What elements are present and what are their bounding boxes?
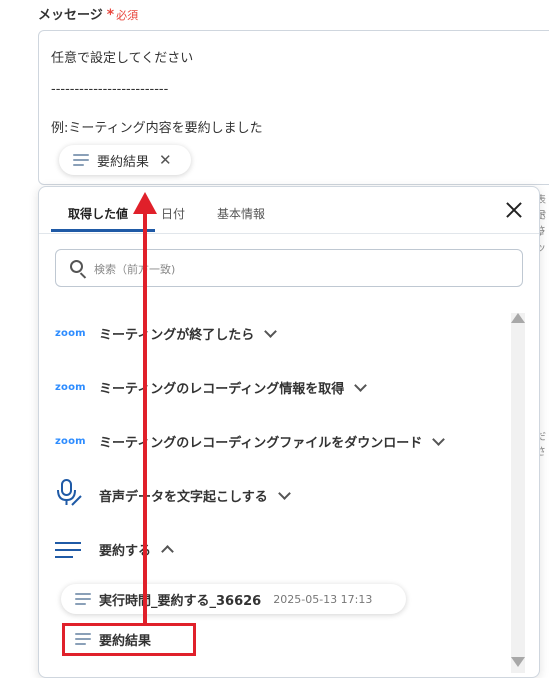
field-label-text: メッセージ [38,8,103,23]
mic-pen-icon [55,478,87,512]
list-item-zoom-recording-download[interactable]: zoom ミーティングのレコーディングファイルをダウンロード [55,426,446,456]
inserted-variable-chip[interactable]: 要約結果 ✕ [59,145,191,175]
message-textarea[interactable]: 任意で設定してください ------------------------- 例:… [38,30,549,185]
required-star: * [106,7,115,23]
textarea-line-2: ------------------------- [51,82,169,97]
variable-timestamp: 2025-05-13 17:13 [273,592,373,606]
tab-acquired-values[interactable]: 取得した値 [68,205,128,222]
close-icon[interactable] [503,199,525,221]
annotation-highlight-box [62,623,196,656]
tab-basic-info[interactable]: 基本情報 [217,205,265,222]
zoom-logo-icon: zoom [55,327,86,339]
list-item-label: ミーティングが終了したら [99,327,255,343]
chevron-down-icon [432,432,446,446]
list-item-label: 要約する [99,543,152,559]
tab-date[interactable]: 日付 [161,205,185,222]
chip-remove-icon[interactable]: ✕ [159,151,172,169]
textarea-line-1: 任意で設定してください [51,51,194,66]
list-item-zoom-meeting-ended[interactable]: zoom ミーティングが終了したら [55,318,278,348]
variable-chip-execution-time[interactable]: 実行時間_要約する_36626 2025-05-13 17:13 [61,584,406,614]
chevron-down-icon [354,378,368,392]
active-tab-indicator [51,229,155,232]
required-text: 必須 [116,9,139,22]
message-field-label: メッセージ * 必須 [38,4,138,23]
variable-picker-dropdown: 取得した値 日付 基本情報 zoom ミーティングが終了したら zoom ミーテ… [38,186,540,678]
list-item-summarize[interactable]: 要約する [55,534,174,564]
list-item-transcribe[interactable]: 音声データを文字起こしする [55,478,291,512]
scrollbar[interactable] [511,313,525,673]
text-lines-icon [73,154,89,166]
zoom-logo-icon: zoom [55,435,86,447]
textarea-line-3: 例:ミーティング内容を要約しました [51,121,263,136]
list-item-label: 音声データを文字起こしする [99,489,268,505]
chevron-up-icon [161,544,174,558]
scroll-down-arrow-icon[interactable] [511,657,525,667]
search-input[interactable] [92,250,516,288]
chevron-down-icon [264,324,278,338]
variable-label: 実行時間_要約する_36626 [99,593,262,609]
text-lines-icon [75,593,91,605]
search-box[interactable] [55,249,523,288]
search-icon [70,260,83,273]
chip-label: 要約結果 [97,154,150,170]
list-item-label: ミーティングのレコーディングファイルをダウンロード [99,435,423,451]
picker-tabs: 取得した値 日付 基本情報 [39,187,539,234]
summary-lines-icon [55,540,87,558]
list-item-zoom-recording-info[interactable]: zoom ミーティングのレコーディング情報を取得 [55,372,368,402]
chevron-down-icon [277,486,291,500]
list-item-label: ミーティングのレコーディング情報を取得 [99,381,345,397]
zoom-logo-icon: zoom [55,381,86,393]
scroll-up-arrow-icon[interactable] [511,313,525,323]
